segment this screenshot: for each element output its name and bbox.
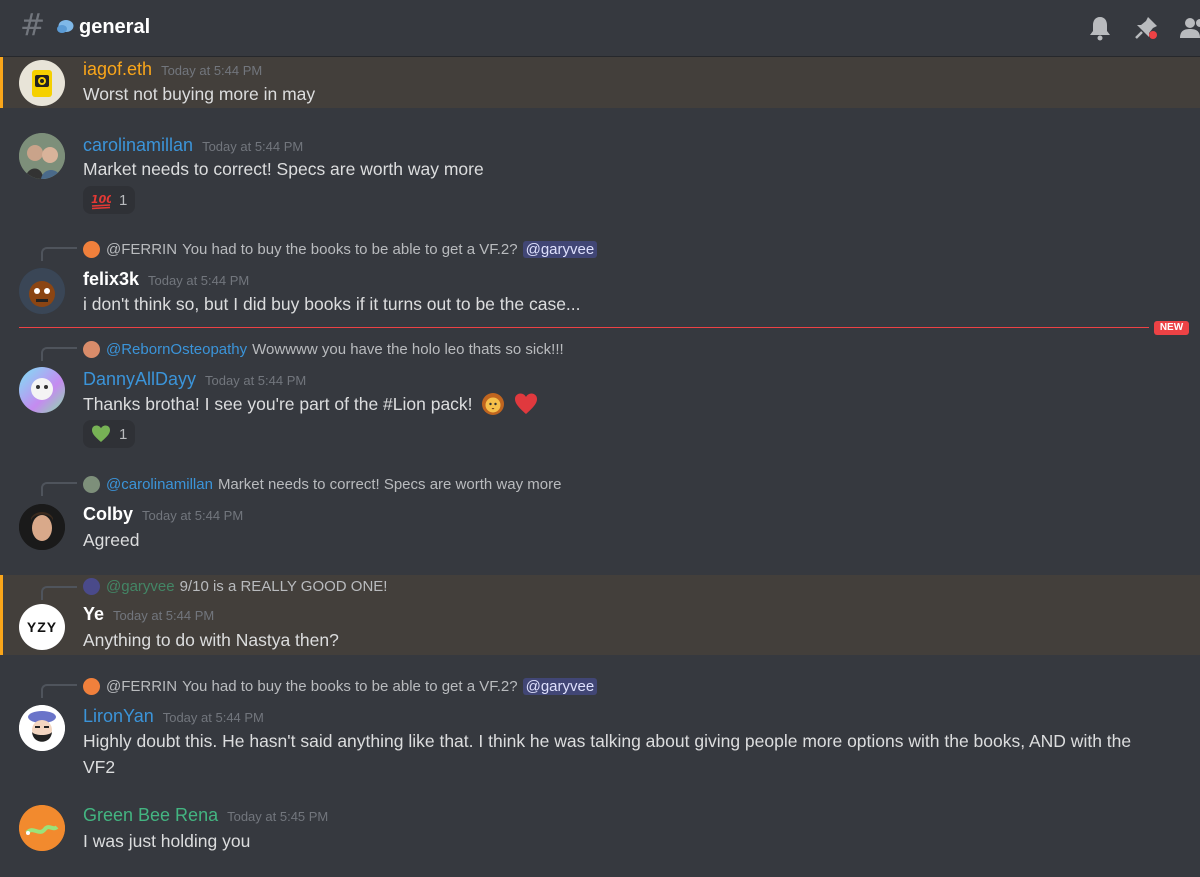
- reply-context[interactable]: @carolinamillan Market needs to correct!…: [83, 476, 561, 493]
- reply-context[interactable]: @FERRIN You had to buy the books to be a…: [83, 241, 598, 258]
- reply-author[interactable]: @FERRIN: [106, 678, 177, 695]
- pin-icon[interactable]: [1132, 14, 1160, 42]
- avatar[interactable]: [19, 268, 65, 314]
- reaction-count: 1: [119, 191, 128, 209]
- message-text: I was just holding you: [83, 831, 251, 851]
- message-text: Worst not buying more in may: [83, 84, 316, 104]
- reaction-count: 1: [119, 425, 128, 443]
- reply-avatar: [83, 476, 100, 493]
- username[interactable]: LironYan: [83, 706, 154, 726]
- text-channel-icon: #: [20, 8, 46, 43]
- avatar-text: YZY: [26, 619, 58, 635]
- reply-context[interactable]: @garyvee 9/10 is a REALLY GOOD ONE!: [83, 578, 387, 595]
- username[interactable]: iagof.eth: [83, 59, 152, 79]
- new-badge: NEW: [1154, 321, 1189, 335]
- avatar[interactable]: YZY: [19, 604, 65, 650]
- message[interactable]: @RebornOsteopathy Wowwww you have the ho…: [0, 336, 1200, 454]
- timestamp: Today at 5:44 PM: [113, 608, 215, 623]
- lion-face-icon: [482, 393, 505, 415]
- bell-icon[interactable]: [1086, 14, 1114, 42]
- reply-author[interactable]: @carolinamillan: [106, 476, 213, 493]
- reply-avatar: [83, 241, 100, 258]
- timestamp: Today at 5:44 PM: [202, 139, 304, 154]
- reply-author[interactable]: @RebornOsteopathy: [106, 341, 247, 358]
- channel-header: # general: [0, 0, 1200, 57]
- message-text: Anything to do with Nastya then?: [83, 630, 339, 650]
- message-text: Agreed: [83, 530, 140, 550]
- red-heart-icon: [515, 393, 538, 414]
- reply-author[interactable]: @FERRIN: [106, 241, 177, 258]
- avatar[interactable]: [19, 705, 65, 751]
- username[interactable]: DannyAllDayy: [83, 369, 196, 389]
- reaction[interactable]: 1: [83, 420, 135, 448]
- reply-text: You had to buy the books to be able to g…: [182, 678, 518, 695]
- message-text: Market needs to correct! Specs are worth…: [83, 159, 484, 179]
- mention[interactable]: @garyvee: [522, 241, 598, 258]
- reply-text: Market needs to correct! Specs are worth…: [217, 476, 562, 493]
- green-heart-icon: [92, 425, 110, 442]
- message[interactable]: @FERRIN You had to buy the books to be a…: [0, 673, 1200, 783]
- reply-text: 9/10 is a REALLY GOOD ONE!: [179, 578, 388, 595]
- reaction[interactable]: 100 1: [83, 186, 135, 214]
- message-text: Highly doubt this. He hasn't said anythi…: [83, 731, 1132, 777]
- avatar[interactable]: [19, 367, 65, 413]
- reply-spine: [41, 347, 77, 361]
- reply-author[interactable]: @garyvee: [106, 578, 175, 595]
- reply-avatar: [83, 578, 100, 595]
- message[interactable]: iagof.eth Today at 5:44 PM Worst not buyi…: [0, 57, 1200, 108]
- reply-spine: [41, 586, 77, 600]
- timestamp: Today at 5:45 PM: [227, 809, 329, 824]
- message[interactable]: @garyvee 9/10 is a REALLY GOOD ONE! YZY …: [0, 575, 1200, 655]
- message-text: i don't think so, but I did buy books if…: [83, 294, 581, 314]
- avatar[interactable]: [19, 133, 65, 179]
- username[interactable]: carolinamillan: [83, 135, 193, 155]
- message-text: Thanks brotha! I see you're part of the …: [83, 394, 473, 414]
- reply-context[interactable]: @RebornOsteopathy Wowwww you have the ho…: [83, 341, 564, 358]
- reply-text: Wowwww you have the holo leo thats so si…: [252, 341, 564, 358]
- username[interactable]: Green Bee Rena: [83, 805, 218, 825]
- reply-spine: [41, 482, 77, 496]
- mention[interactable]: @garyvee: [522, 678, 598, 695]
- reply-spine: [41, 247, 77, 261]
- timestamp: Today at 5:44 PM: [205, 373, 307, 388]
- speech-balloon-icon: [57, 20, 74, 33]
- timestamp: Today at 5:44 PM: [162, 710, 264, 725]
- timestamp: Today at 5:44 PM: [142, 508, 244, 523]
- svg-text:100: 100: [91, 193, 111, 206]
- reply-avatar: [83, 678, 100, 695]
- message[interactable]: Green Bee Rena Today at 5:45 PM I was jus…: [0, 795, 1200, 865]
- new-messages-divider: [19, 327, 1149, 328]
- message[interactable]: carolinamillan Today at 5:44 PM Market ne…: [0, 124, 1200, 219]
- timestamp: Today at 5:44 PM: [161, 63, 263, 78]
- message-text-row: Thanks brotha! I see you're part of the …: [83, 391, 538, 417]
- reply-context[interactable]: @FERRIN You had to buy the books to be a…: [83, 678, 598, 695]
- reply-spine: [41, 684, 77, 698]
- hundred-points-icon: 100: [91, 193, 111, 210]
- members-icon[interactable]: [1178, 14, 1200, 42]
- timestamp: Today at 5:44 PM: [148, 273, 250, 288]
- channel-name: general: [79, 16, 151, 38]
- username[interactable]: Ye: [83, 604, 104, 624]
- username[interactable]: Colby: [83, 504, 133, 524]
- message[interactable]: @FERRIN You had to buy the books to be a…: [0, 236, 1200, 324]
- message[interactable]: @carolinamillan Market needs to correct!…: [0, 471, 1200, 563]
- avatar[interactable]: [19, 805, 65, 851]
- avatar[interactable]: [19, 504, 65, 550]
- reply-text: You had to buy the books to be able to g…: [182, 241, 518, 258]
- avatar[interactable]: [19, 60, 65, 106]
- username[interactable]: felix3k: [83, 269, 139, 289]
- reply-avatar: [83, 341, 100, 358]
